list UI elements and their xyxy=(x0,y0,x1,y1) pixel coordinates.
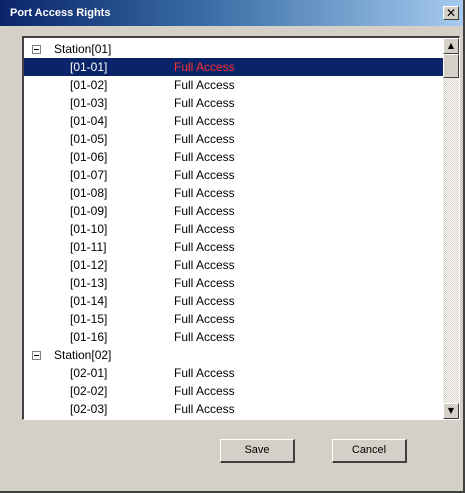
save-button[interactable]: Save xyxy=(220,439,295,463)
access-level: Full Access xyxy=(174,168,235,182)
port-id: [01-07] xyxy=(70,168,108,182)
port-id: [01-03] xyxy=(70,96,108,110)
access-level: Full Access xyxy=(174,186,235,200)
port-id: [01-16] xyxy=(70,330,108,344)
access-level: Full Access xyxy=(174,384,235,398)
access-level: Full Access xyxy=(174,240,235,254)
port-row[interactable]: [01-12] Full Access xyxy=(24,256,444,274)
port-id: [01-04] xyxy=(70,114,108,128)
port-id: [01-10] xyxy=(70,222,108,236)
port-id: [01-06] xyxy=(70,150,108,164)
scroll-thumb[interactable] xyxy=(443,54,459,78)
port-id: [01-05] xyxy=(70,132,108,146)
station-node[interactable]: Station[01] xyxy=(24,40,444,58)
port-id: [02-03] xyxy=(70,402,108,416)
port-id: [01-08] xyxy=(70,186,108,200)
scroll-up-button[interactable]: ▲ xyxy=(443,38,459,54)
port-row[interactable]: [01-09] Full Access xyxy=(24,202,444,220)
access-level: Full Access xyxy=(174,330,235,344)
access-level: Full Access xyxy=(174,204,235,218)
port-id: [01-14] xyxy=(70,294,108,308)
cancel-button[interactable]: Cancel xyxy=(332,439,407,463)
access-level: Full Access xyxy=(174,114,235,128)
port-row[interactable]: [01-15] Full Access xyxy=(24,310,444,328)
port-row[interactable]: [01-11] Full Access xyxy=(24,238,444,256)
port-id: [01-09] xyxy=(70,204,108,218)
port-row[interactable]: [01-13] Full Access xyxy=(24,274,444,292)
port-row[interactable]: [01-07] Full Access xyxy=(24,166,444,184)
port-row[interactable]: [01-02] Full Access xyxy=(24,76,444,94)
port-id: [01-15] xyxy=(70,312,108,326)
access-level: Full Access xyxy=(174,132,235,146)
access-level: Full Access xyxy=(174,402,235,416)
port-id: [02-02] xyxy=(70,384,108,398)
collapse-toggle-icon[interactable] xyxy=(32,45,41,54)
port-row[interactable]: [02-03] Full Access xyxy=(24,400,444,418)
port-row[interactable]: [01-14] Full Access xyxy=(24,292,444,310)
vertical-scrollbar[interactable]: ▲ ▼ xyxy=(443,38,459,419)
port-id: [01-13] xyxy=(70,276,108,290)
collapse-toggle-icon[interactable] xyxy=(32,351,41,360)
port-tree-view[interactable]: Station[01] [01-01] Full Access [01-02] Full… xyxy=(22,36,460,420)
access-level: Full Access xyxy=(174,150,235,164)
access-level: Full Access xyxy=(174,294,235,308)
access-level: Full Access xyxy=(174,60,235,74)
port-row[interactable]: [01-16] Full Access xyxy=(24,328,444,346)
access-level: Full Access xyxy=(174,312,235,326)
access-level: Full Access xyxy=(174,222,235,236)
port-row[interactable]: [01-03] Full Access xyxy=(24,94,444,112)
port-row[interactable]: [02-01] Full Access xyxy=(24,364,444,382)
port-row[interactable]: [01-04] Full Access xyxy=(24,112,444,130)
port-id: [02-01] xyxy=(70,366,108,380)
port-access-rights-dialog: Port Access Rights ✕ Station[01] [01-01] F… xyxy=(0,0,465,493)
scroll-down-button[interactable]: ▼ xyxy=(443,403,459,419)
port-id: [01-11] xyxy=(70,240,107,254)
title-bar[interactable]: Port Access Rights ✕ xyxy=(0,0,463,26)
port-row[interactable]: [01-05] Full Access xyxy=(24,130,444,148)
access-level: Full Access xyxy=(174,366,235,380)
station-label: Station[01] xyxy=(54,42,112,56)
port-id: [01-02] xyxy=(70,78,108,92)
access-level: Full Access xyxy=(174,276,235,290)
station-node[interactable]: Station[02] xyxy=(24,346,444,364)
port-row[interactable]: [01-06] Full Access xyxy=(24,148,444,166)
access-level: Full Access xyxy=(174,96,235,110)
port-id: [01-01] xyxy=(70,60,108,74)
port-row[interactable]: [02-02] Full Access xyxy=(24,382,444,400)
station-label: Station[02] xyxy=(54,348,112,362)
port-row[interactable]: [01-08] Full Access xyxy=(24,184,444,202)
port-row[interactable]: [01-10] Full Access xyxy=(24,220,444,238)
close-icon[interactable]: ✕ xyxy=(443,6,459,20)
port-id: [01-12] xyxy=(70,258,108,272)
window-title: Port Access Rights xyxy=(10,7,111,19)
access-level: Full Access xyxy=(174,258,235,272)
tree-list: Station[01] [01-01] Full Access [01-02] Full… xyxy=(24,40,444,418)
port-row[interactable]: [01-01] Full Access xyxy=(24,58,444,76)
access-level: Full Access xyxy=(174,78,235,92)
